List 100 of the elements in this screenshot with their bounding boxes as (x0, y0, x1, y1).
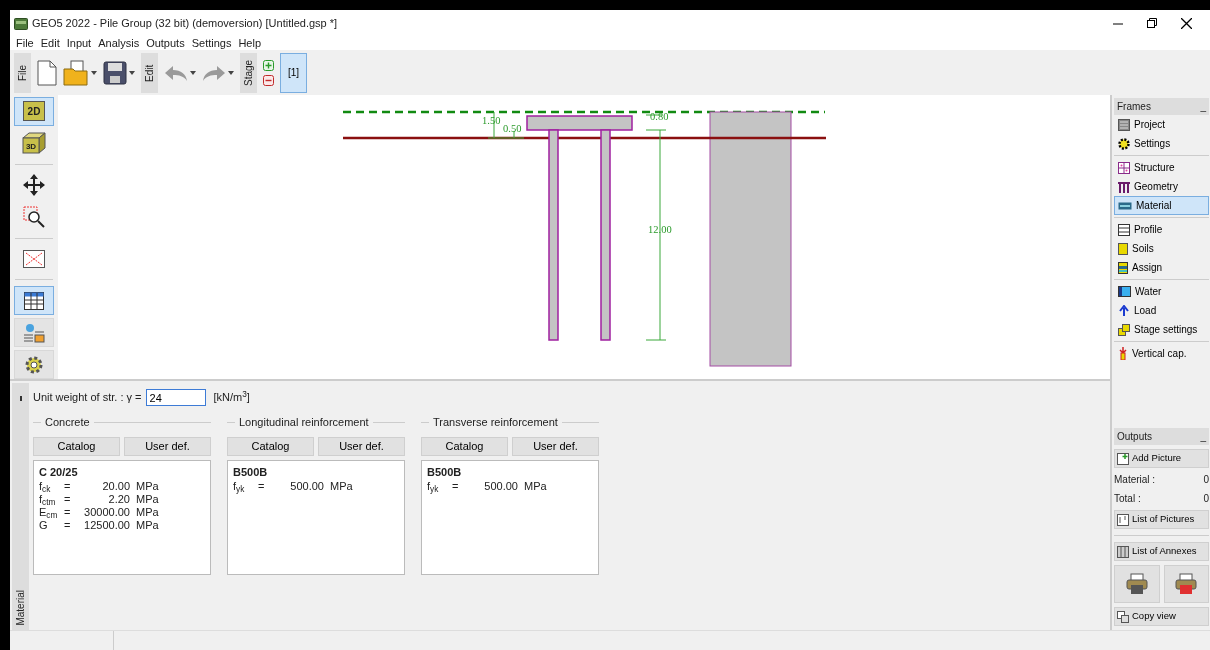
output-button[interactable]: List of Pictures (1114, 510, 1209, 529)
layers-icon (1118, 261, 1128, 274)
count-value: 0 (1203, 473, 1209, 487)
document-icon (1118, 118, 1130, 131)
dimension-label: 0.80 (650, 111, 669, 122)
stage-blocks-icon (1118, 323, 1130, 336)
menu-item[interactable]: Outputs (146, 34, 185, 52)
window-title: GEO5 2022 - Pile Group (32 bit) (demoversion) [Untitled.gsp *] (32, 15, 338, 31)
collapse-button[interactable]: _ (1200, 429, 1206, 444)
panel-title: Frames (1117, 100, 1151, 114)
property-symbol: f$_{ck}$ (39, 480, 52, 493)
count-label: Total : (1114, 492, 1141, 506)
new-file-button[interactable] (37, 59, 57, 86)
frame-item[interactable]: Assign (1114, 258, 1209, 277)
equals-sign: = (258, 480, 266, 493)
toolbar-group-label: Edit (141, 52, 158, 93)
property-value: 500.00 (483, 480, 518, 493)
printer-icon (1125, 573, 1148, 595)
frame-item[interactable]: Material (1114, 196, 1209, 215)
caret-icon (129, 70, 135, 75)
menu-item[interactable]: Edit (40, 34, 60, 52)
frame-item[interactable]: Soils (1114, 239, 1209, 258)
panel-tab[interactable]: Material (12, 383, 29, 630)
toolbar-group-label: Stage (240, 52, 257, 93)
gear-icon (24, 354, 44, 375)
panel-title: Outputs (1117, 430, 1153, 444)
dimension-label: 12.00 (648, 224, 672, 235)
material-button[interactable]: User def. (512, 436, 599, 456)
frame-item[interactable]: Settings (1114, 134, 1209, 153)
material-bar-icon (1118, 201, 1132, 210)
frame-item[interactable]: Geometry (1114, 177, 1209, 196)
pile-load-icon (1118, 347, 1128, 360)
columns-icon (1117, 545, 1129, 558)
menu-item[interactable]: Analysis (98, 34, 140, 52)
output-button[interactable]: List of Annexes (1114, 542, 1209, 561)
frame-item[interactable]: Water (1114, 282, 1209, 301)
frame-item[interactable]: Profile (1114, 220, 1209, 239)
dimension-label: 1.50 (482, 115, 501, 126)
view-tool-button[interactable]: 3D (14, 128, 54, 158)
grid-icon (1118, 161, 1130, 174)
caret-icon (228, 70, 234, 75)
group-title: Transverse reinforcement (433, 415, 558, 430)
open-button[interactable] (63, 59, 97, 86)
minus-icon (263, 74, 274, 86)
frame-item[interactable]: Vertical cap. (1114, 344, 1209, 363)
undo-arrow-icon (164, 63, 188, 82)
unit-weight-field[interactable]: 24 (145, 389, 206, 406)
water-icon (1118, 286, 1131, 297)
remove-stage-button[interactable] (263, 74, 274, 86)
material-button[interactable]: User def. (318, 436, 405, 456)
frame-item[interactable]: Stage settings (1114, 320, 1209, 339)
equals-sign: = (452, 480, 460, 493)
material-button[interactable]: User def. (124, 436, 211, 456)
frame-item[interactable]: Load (1114, 301, 1209, 320)
property-value: 500.00 (289, 480, 324, 493)
close-icon[interactable] (1181, 17, 1192, 29)
frame-item[interactable]: Structure (1114, 158, 1209, 177)
plus-icon (263, 59, 274, 71)
property-value: 2.20 (107, 493, 130, 506)
restore-icon[interactable] (1147, 18, 1157, 28)
add-stage-button[interactable] (263, 59, 274, 71)
copy-icon (1117, 610, 1129, 623)
output-button[interactable]: Copy view (1114, 607, 1209, 626)
blank-page-icon (37, 59, 57, 86)
soil-block-icon (1118, 242, 1128, 255)
material-button[interactable]: Catalog (227, 436, 314, 456)
move-arrows-icon (23, 174, 45, 197)
app-icon (14, 17, 28, 30)
gear-icon (1118, 137, 1130, 150)
unit-label: MPa (136, 480, 159, 493)
count-value: 0 (1203, 492, 1209, 506)
unit-label: MPa (136, 519, 159, 532)
property-value: 30000.00 (83, 506, 130, 519)
frame-item[interactable]: Project (1114, 115, 1209, 134)
material-name: B500B (233, 464, 269, 480)
load-arrow-icon (1118, 304, 1130, 317)
view-tool-button[interactable] (14, 286, 54, 316)
printer-icon (1175, 573, 1198, 595)
output-button[interactable]: Add Picture (1114, 449, 1209, 468)
material-button[interactable]: Catalog (33, 436, 120, 456)
print-button[interactable] (1114, 565, 1160, 603)
view-tool-button[interactable]: 2D (14, 97, 54, 126)
count-label: Material : (1114, 473, 1156, 487)
property-symbol: f$_{yk}$ (233, 480, 246, 493)
save-button[interactable] (103, 60, 135, 85)
menu-item[interactable]: Input (66, 34, 92, 52)
material-name: B500B (427, 464, 463, 480)
collapse-button[interactable]: _ (1200, 99, 1206, 114)
print-button[interactable] (1163, 565, 1209, 603)
piles-icon (1118, 180, 1130, 193)
2d-view-icon: 2D (23, 101, 45, 122)
menu-item[interactable]: Settings (191, 34, 232, 52)
material-button[interactable]: Catalog (421, 436, 508, 456)
fit-extent-icon (23, 249, 45, 268)
equals-sign: = (64, 506, 72, 519)
menu-item[interactable]: Help (238, 34, 262, 52)
picture-list-icon (1117, 513, 1129, 526)
material-name: C 20/25 (39, 464, 79, 480)
menu-item[interactable]: File (16, 34, 34, 52)
stage-tab[interactable]: [1] (280, 52, 307, 93)
